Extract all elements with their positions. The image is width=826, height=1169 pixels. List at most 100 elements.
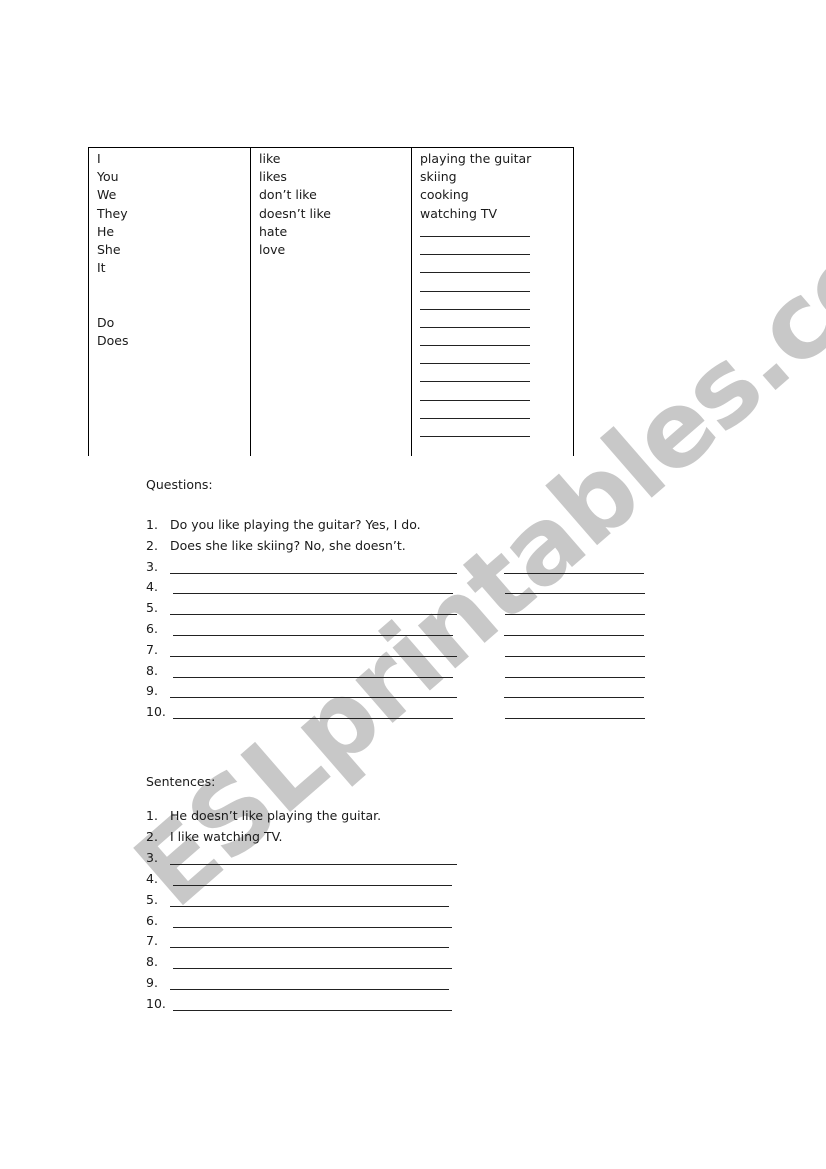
answer-blank-line[interactable]	[173, 718, 453, 720]
verbs-column: like likes don’t like doesn’t like hate love	[251, 148, 412, 456]
list-item: 7.	[146, 933, 666, 953]
answer-blank-line[interactable]	[170, 905, 449, 907]
answer-blank-line[interactable]	[173, 635, 453, 636]
list-item: 10.	[146, 704, 666, 724]
subject-item: You	[97, 169, 119, 185]
list-item: 9.	[146, 683, 666, 703]
item-number: 3.	[146, 558, 158, 574]
list-item: 10.	[146, 996, 666, 1016]
questions-heading: Questions:	[146, 477, 213, 492]
list-item: 5.	[146, 892, 666, 912]
activity-blank-line[interactable]	[420, 223, 573, 241]
item-number: 7.	[146, 641, 158, 657]
verb-item: likes	[259, 169, 287, 185]
activity-blank-line[interactable]	[420, 314, 573, 332]
subject-item: It	[97, 260, 106, 276]
item-number: 2.	[146, 537, 158, 553]
short-answer-blank-line[interactable]	[505, 676, 645, 678]
activity-blank-line[interactable]	[420, 296, 573, 314]
activity-blank-line[interactable]	[420, 368, 573, 386]
short-answer-blank-line[interactable]	[505, 718, 645, 720]
item-number: 3.	[146, 849, 158, 865]
verb-item: don’t like	[259, 187, 317, 203]
item-number: 10.	[146, 704, 166, 720]
answer-blank-line[interactable]	[170, 697, 457, 699]
list-item: 9.	[146, 975, 666, 995]
item-number: 9.	[146, 975, 158, 991]
item-number: 9.	[146, 683, 158, 699]
list-item: 4.	[146, 871, 666, 891]
item-number: 6.	[146, 912, 158, 928]
subjects-column: I You We They He She It Do Does	[89, 148, 251, 456]
answer-blank-line[interactable]	[173, 676, 453, 678]
item-text: He doesn’t like playing the guitar.	[170, 808, 382, 823]
item-number: 2.	[146, 828, 158, 844]
list-item: 3.	[146, 559, 666, 579]
item-number: 5.	[146, 600, 158, 616]
answer-blank-line[interactable]	[170, 614, 457, 616]
activity-item: watching TV	[420, 205, 498, 221]
item-number: 1.	[146, 808, 158, 823]
answer-blank-line[interactable]	[170, 989, 449, 991]
item-number: 8.	[146, 662, 158, 678]
verb-item: love	[259, 241, 286, 257]
item-number: 1.	[146, 517, 158, 532]
answer-blank-line[interactable]	[170, 863, 457, 865]
item-text: Does she like skiing? No, she doesn’t.	[170, 537, 406, 553]
list-item: 1. Do you like playing the guitar? Yes, I…	[146, 517, 666, 537]
list-item: 5.	[146, 600, 666, 620]
item-number: 4.	[146, 579, 158, 595]
short-answer-blank-line[interactable]	[504, 572, 644, 574]
item-number: 5.	[146, 891, 158, 907]
activity-blank-line[interactable]	[420, 277, 573, 295]
list-item: 2. I like watching TV.	[146, 829, 666, 849]
item-number: 6.	[146, 621, 158, 636]
activity-item: playing the guitar	[420, 151, 532, 166]
answer-blank-line[interactable]	[173, 926, 452, 928]
activity-blank-line[interactable]	[420, 241, 573, 259]
activity-blank-line[interactable]	[420, 386, 573, 404]
activity-blank-line[interactable]	[420, 405, 573, 423]
short-answer-blank-line[interactable]	[504, 635, 644, 636]
activities-column: playing the guitar skiing cooking watching …	[412, 148, 573, 456]
subject-item: He	[97, 223, 115, 239]
answer-blank-line[interactable]	[170, 655, 457, 657]
answer-blank-line[interactable]	[173, 968, 452, 970]
answer-blank-line[interactable]	[173, 884, 452, 886]
item-number: 4.	[146, 870, 158, 886]
item-number: 8.	[146, 954, 158, 970]
empty-row	[97, 277, 250, 295]
answer-blank-line[interactable]	[173, 593, 453, 595]
activity-item: cooking	[420, 187, 469, 203]
short-answer-blank-line[interactable]	[505, 593, 645, 595]
list-item: 7.	[146, 642, 666, 662]
answer-blank-line[interactable]	[173, 1010, 452, 1012]
activity-blank-line[interactable]	[420, 350, 573, 368]
list-item: 8.	[146, 954, 666, 974]
activity-blank-line[interactable]	[420, 259, 573, 277]
subject-item: I	[97, 151, 101, 166]
list-item: 3.	[146, 850, 666, 870]
item-number: 10.	[146, 996, 166, 1012]
subject-item: Do	[97, 314, 115, 330]
subject-item: Does	[97, 332, 129, 348]
list-item: 4.	[146, 579, 666, 599]
activity-item: skiing	[420, 169, 457, 185]
empty-row	[97, 296, 250, 314]
item-text: I like watching TV.	[170, 828, 283, 844]
answer-blank-line[interactable]	[170, 947, 449, 949]
list-item: 2. Does she like skiing? No, she doesn’t.	[146, 538, 666, 558]
short-answer-blank-line[interactable]	[505, 655, 645, 657]
subject-item: They	[97, 205, 128, 221]
subject-item: We	[97, 187, 117, 203]
subject-item: She	[97, 241, 121, 257]
vocabulary-table: I You We They He She It Do Does like likes don’t l…	[88, 147, 574, 456]
activity-blank-line[interactable]	[420, 423, 573, 441]
sentences-heading: Sentences:	[146, 774, 216, 789]
answer-blank-line[interactable]	[170, 572, 457, 574]
item-number: 7.	[146, 933, 158, 949]
item-text: Do you like playing the guitar? Yes, I d…	[170, 517, 421, 532]
short-answer-blank-line[interactable]	[505, 614, 645, 616]
short-answer-blank-line[interactable]	[504, 697, 644, 699]
activity-blank-line[interactable]	[420, 332, 573, 350]
